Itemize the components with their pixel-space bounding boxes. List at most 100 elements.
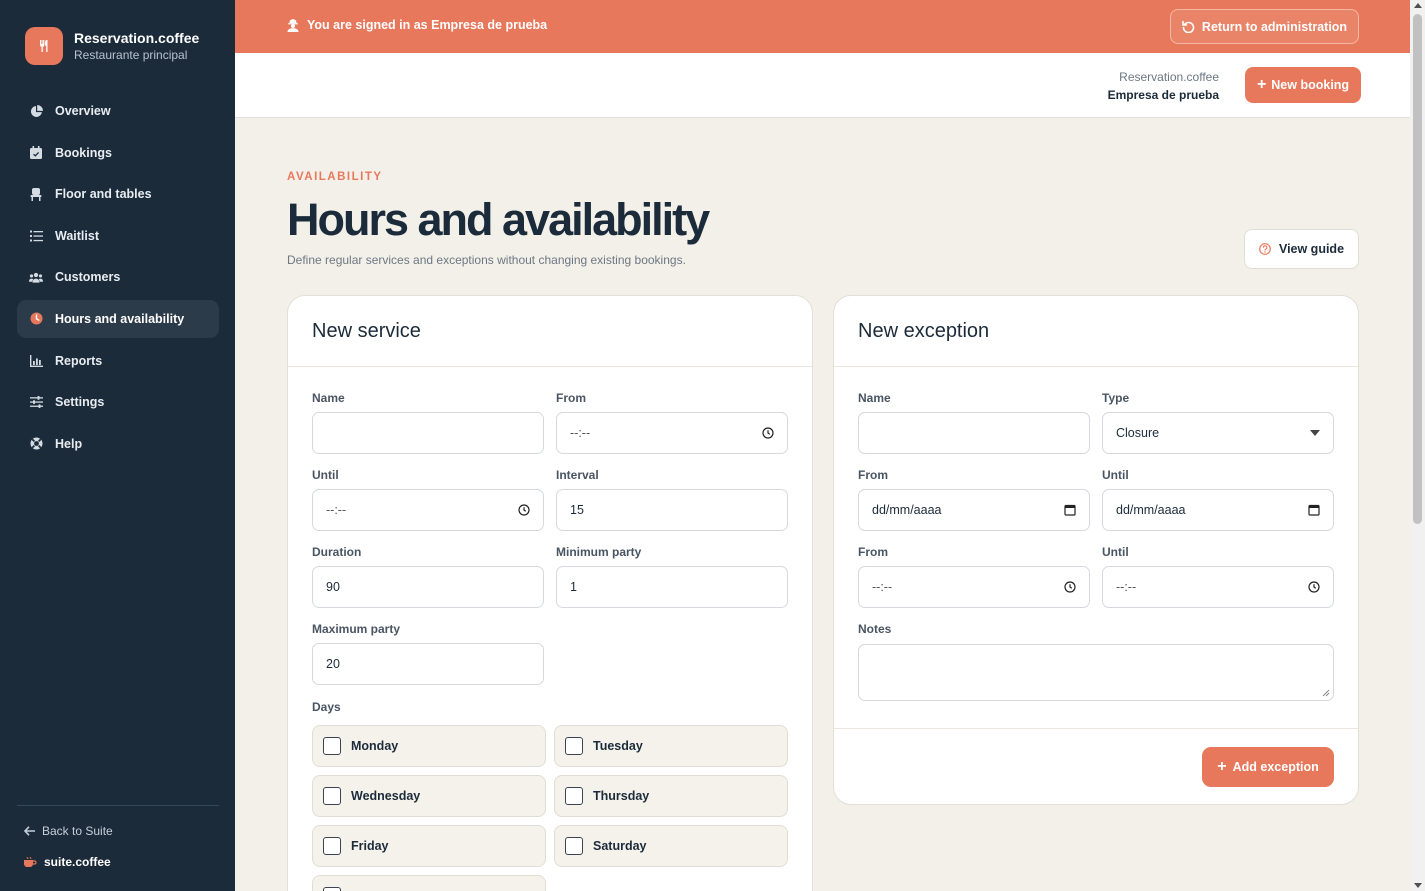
service-from-time-input[interactable]: --:-- — [556, 412, 788, 454]
service-name-input[interactable] — [312, 412, 544, 454]
day-checkbox-monday[interactable]: Monday — [312, 725, 546, 767]
sidebar-item-reports[interactable]: Reports — [17, 342, 219, 380]
checkbox[interactable] — [323, 787, 341, 805]
sidebar-item-label: Hours and availability — [55, 311, 185, 326]
service-min-party-label: Minimum party — [556, 545, 642, 559]
service-max-party-input[interactable]: 20 — [312, 643, 544, 685]
exception-until-time-value: --:-- — [1116, 580, 1137, 594]
clock-icon[interactable] — [1308, 581, 1320, 593]
scroll-thumb[interactable] — [1413, 14, 1422, 524]
brand-subtitle: Restaurante principal — [74, 48, 188, 62]
sidebar-item-label: Waitlist — [55, 228, 99, 243]
view-guide-label: View guide — [1278, 242, 1345, 256]
plus-icon: + — [1217, 758, 1227, 775]
exception-from-date-input[interactable]: dd/mm/aaaa — [858, 489, 1090, 531]
sidebar-item-label: Overview — [55, 104, 111, 118]
new-service-card: New service Name From --:-- Until --:-- … — [287, 295, 813, 891]
sidebar-item-waitlist[interactable]: Waitlist — [17, 217, 219, 255]
clock-icon — [29, 312, 43, 326]
fork-knife-icon — [25, 27, 63, 65]
service-duration-label: Duration — [312, 545, 362, 559]
sidebar-item-help[interactable]: Help — [17, 425, 219, 463]
service-max-party-value: 20 — [326, 657, 340, 671]
page-scrollbar[interactable] — [1410, 0, 1425, 891]
exception-name-input[interactable] — [858, 412, 1090, 454]
banner-message: You are signed in as Empresa de prueba — [287, 18, 547, 32]
sidebar-item-bookings[interactable]: Bookings — [17, 134, 219, 172]
calendar-icon[interactable] — [1308, 504, 1320, 516]
exception-from-date-value: dd/mm/aaaa — [872, 503, 942, 517]
sidebar-item-hours-and-availability[interactable]: Hours and availability — [17, 299, 219, 338]
exception-from-time-input[interactable]: --:-- — [858, 566, 1090, 608]
service-until-label: Until — [312, 468, 339, 482]
return-to-administration-button[interactable]: Return to administration — [1170, 9, 1359, 44]
suite-coffee-label: suite.coffee — [44, 855, 111, 869]
day-checkbox-friday[interactable]: Friday — [312, 825, 546, 867]
exception-until-date-value: dd/mm/aaaa — [1116, 503, 1186, 517]
banner-text: You are signed in as Empresa de prueba — [307, 18, 548, 32]
top-header: Reservation.coffee Empresa de prueba + N… — [235, 53, 1410, 118]
help-icon — [29, 437, 43, 451]
day-checkbox-wednesday[interactable]: Wednesday — [312, 775, 546, 817]
service-min-party-input[interactable]: 1 — [556, 566, 788, 608]
sidebar-item-overview[interactable]: Overview — [17, 92, 219, 130]
service-duration-value: 90 — [326, 580, 340, 594]
user-secret-icon — [287, 18, 299, 32]
add-exception-button[interactable]: + Add exception — [1202, 747, 1334, 787]
service-until-time-input[interactable]: --:-- — [312, 489, 544, 531]
new-service-title: New service — [288, 296, 812, 367]
return-label: Return to administration — [1201, 19, 1348, 34]
back-to-suite-link[interactable]: Back to Suite — [24, 824, 113, 838]
calendar-icon[interactable] — [1064, 504, 1076, 516]
service-interval-input[interactable]: 15 — [556, 489, 788, 531]
service-from-label: From — [556, 391, 586, 405]
checkbox[interactable] — [323, 887, 341, 891]
sidebar-item-customers[interactable]: Customers — [17, 258, 219, 296]
exception-notes-textarea[interactable] — [858, 644, 1334, 701]
day-label: Thursday — [593, 789, 650, 803]
service-interval-label: Interval — [556, 468, 599, 482]
chair-icon — [29, 187, 43, 201]
clock-icon[interactable] — [518, 504, 530, 516]
day-label: Friday — [351, 839, 389, 853]
service-from-value: --:-- — [570, 426, 591, 440]
new-exception-title: New exception — [834, 296, 1358, 367]
caret-down-icon — [1310, 430, 1320, 436]
exception-from-time-label: From — [858, 545, 888, 559]
sidebar-item-settings[interactable]: Settings — [17, 383, 219, 421]
exception-type-label: Type — [1102, 391, 1130, 405]
resize-grip-icon[interactable] — [1322, 689, 1330, 697]
exception-from-date-label: From — [858, 468, 888, 482]
brand[interactable]: Reservation.coffee Restaurante principal — [25, 27, 199, 65]
scroll-down-icon[interactable] — [1414, 883, 1422, 888]
scroll-up-icon[interactable] — [1414, 3, 1422, 8]
exception-type-select[interactable]: Closure — [1102, 412, 1334, 454]
suite-coffee-link[interactable]: suite.coffee — [24, 855, 111, 869]
bar-chart-icon — [29, 354, 43, 368]
exception-type-value: Closure — [1116, 426, 1160, 440]
exception-until-time-label: Until — [1102, 545, 1129, 559]
checkbox[interactable] — [565, 787, 583, 805]
service-days-label: Days — [312, 700, 341, 714]
view-guide-button[interactable]: View guide — [1244, 229, 1359, 269]
service-max-party-label: Maximum party — [312, 622, 401, 636]
clock-icon[interactable] — [762, 427, 774, 439]
new-booking-button[interactable]: + New booking — [1245, 67, 1361, 103]
checkbox[interactable] — [323, 737, 341, 755]
service-duration-input[interactable]: 90 — [312, 566, 544, 608]
clock-icon[interactable] — [1064, 581, 1076, 593]
day-checkbox-partial[interactable] — [312, 875, 546, 891]
exception-until-date-input[interactable]: dd/mm/aaaa — [1102, 489, 1334, 531]
card-footer-divider — [834, 728, 1358, 729]
checkbox[interactable] — [565, 737, 583, 755]
sidebar-item-label: Help — [55, 436, 83, 451]
checkbox[interactable] — [323, 837, 341, 855]
service-name-label: Name — [312, 391, 345, 405]
day-checkbox-saturday[interactable]: Saturday — [554, 825, 788, 867]
sidebar-item-floor-and-tables[interactable]: Floor and tables — [17, 175, 219, 213]
day-checkbox-thursday[interactable]: Thursday — [554, 775, 788, 817]
day-checkbox-tuesday[interactable]: Tuesday — [554, 725, 788, 767]
sidebar: Reservation.coffee Restaurante principal… — [0, 0, 235, 891]
checkbox[interactable] — [565, 837, 583, 855]
exception-until-time-input[interactable]: --:-- — [1102, 566, 1334, 608]
